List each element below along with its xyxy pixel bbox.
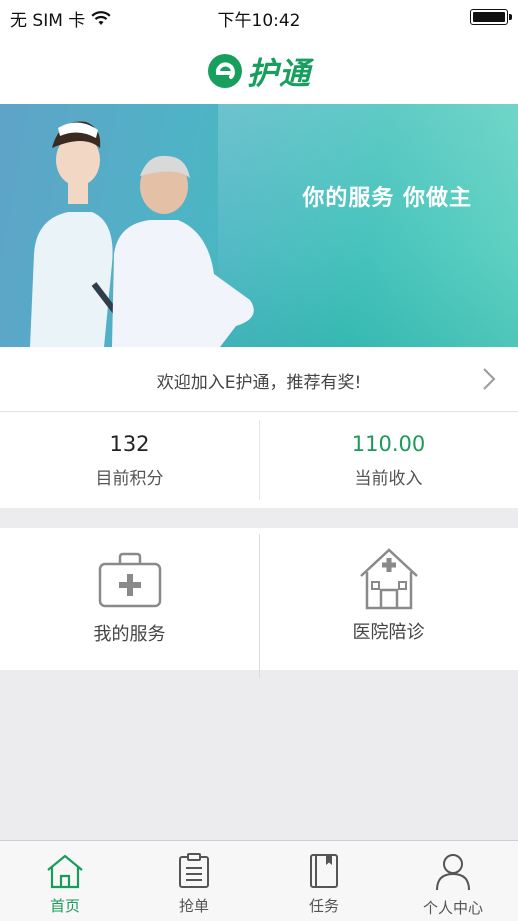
medical-kit-icon xyxy=(98,552,161,608)
app-logo: 护通 xyxy=(0,48,518,93)
battery-icon xyxy=(470,9,512,25)
chevron-right-icon xyxy=(483,368,496,390)
tab-home-label: 首页 xyxy=(49,897,80,915)
home-icon xyxy=(47,854,83,889)
my-service-button[interactable]: 我的服务 xyxy=(0,528,259,670)
points-stat[interactable]: 132 目前积分 xyxy=(0,412,259,508)
tab-grab-order[interactable]: 抢单 xyxy=(129,841,259,921)
tab-grab-order-label: 抢单 xyxy=(178,897,209,915)
hospital-escort-label: 医院陪诊 xyxy=(352,622,425,643)
points-value: 132 xyxy=(109,432,150,456)
tab-tasks[interactable]: 任务 xyxy=(259,841,389,921)
my-service-label: 我的服务 xyxy=(93,624,166,645)
clipboard-icon xyxy=(179,853,209,888)
income-label: 当前收入 xyxy=(354,469,423,489)
stats-divider xyxy=(259,420,260,500)
status-bar: 无 SIM 卡 下午10:42 xyxy=(0,0,518,34)
hospital-icon xyxy=(359,548,418,610)
logo-text: 护通 xyxy=(247,56,311,92)
hospital-escort-button[interactable]: 医院陪诊 xyxy=(259,528,518,670)
services-divider xyxy=(259,534,260,678)
person-icon xyxy=(436,854,470,891)
banner-slogan: 你的服务 你做主 xyxy=(302,186,472,211)
income-value: 110.00 xyxy=(351,432,426,456)
tab-bar: 首页 抢单 任务 个人中心 xyxy=(0,840,518,921)
tab-tasks-label: 任务 xyxy=(308,897,339,915)
promo-banner[interactable]: 你的服务 你做主 xyxy=(0,104,518,347)
clock: 下午10:42 xyxy=(217,11,301,31)
income-stat[interactable]: 110.00 当前收入 xyxy=(259,412,518,508)
points-label: 目前积分 xyxy=(95,469,164,489)
banner-illustration xyxy=(30,121,254,347)
book-icon xyxy=(310,854,338,888)
invite-text: 欢迎加入E护通，推荐有奖! xyxy=(156,373,362,393)
tab-profile-label: 个人中心 xyxy=(422,899,483,917)
tab-profile[interactable]: 个人中心 xyxy=(388,841,518,921)
invite-row[interactable]: 欢迎加入E护通，推荐有奖! xyxy=(0,347,518,412)
tab-home[interactable]: 首页 xyxy=(0,841,130,921)
logo-e-icon xyxy=(208,53,242,88)
app-header: 护通 xyxy=(0,34,518,104)
